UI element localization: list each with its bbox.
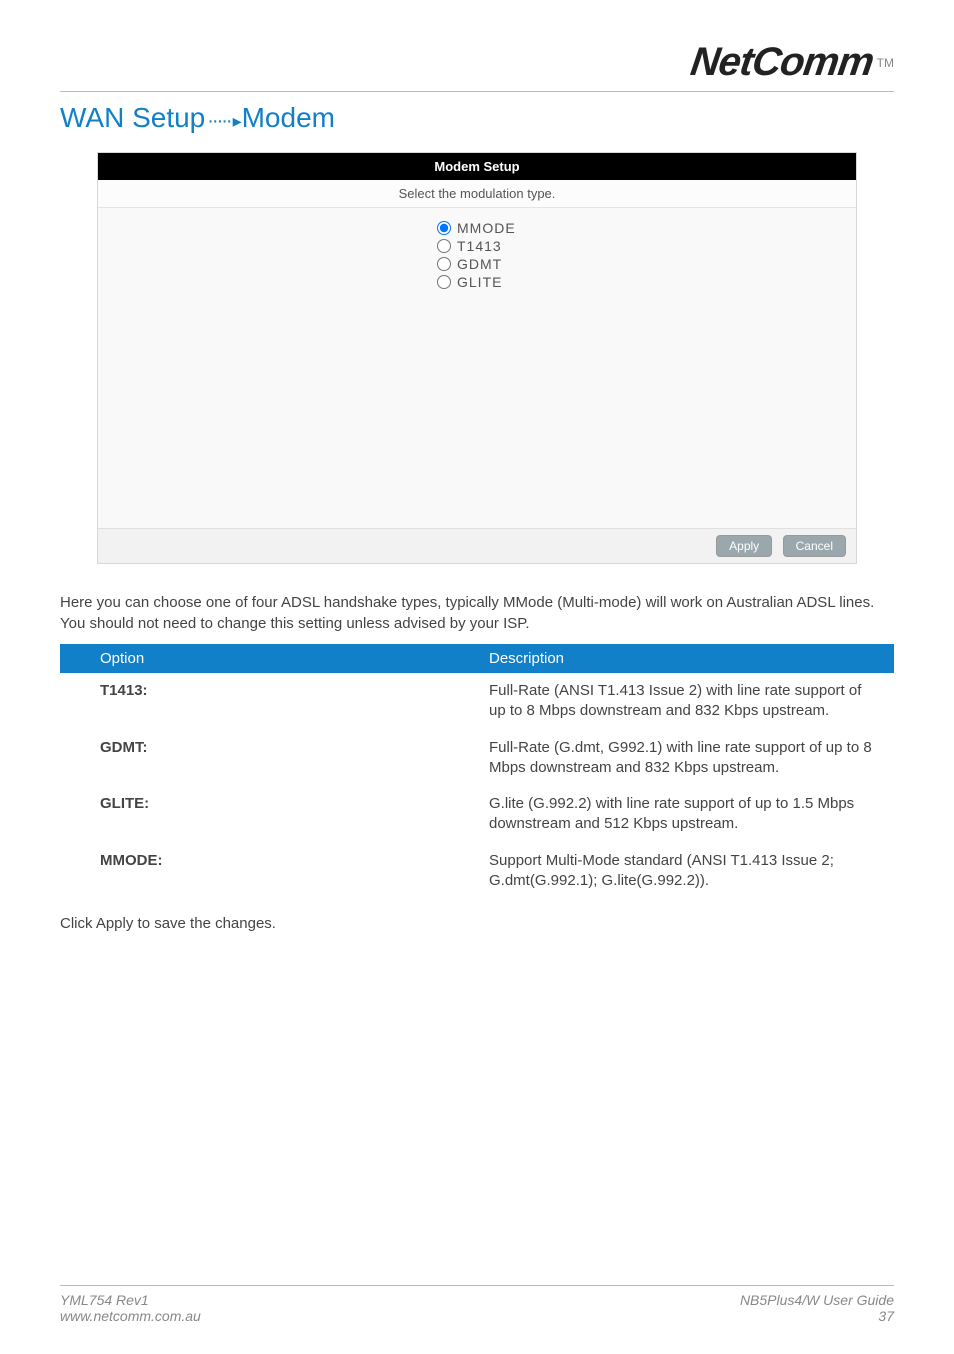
header-divider bbox=[60, 91, 894, 92]
radio-label: GLITE bbox=[457, 274, 502, 290]
desc-cell: Full-Rate (ANSI T1.413 Issue 2) with lin… bbox=[477, 673, 894, 730]
col-header-option: Option bbox=[60, 644, 477, 673]
col-header-description: Description bbox=[477, 644, 894, 673]
table-row: MMODE: Support Multi-Mode standard (ANSI… bbox=[60, 843, 894, 900]
radio-row-gdmt[interactable]: GDMT bbox=[437, 256, 567, 272]
option-cell: GDMT: bbox=[60, 730, 477, 787]
modem-panel-subheader: Select the modulation type. bbox=[98, 180, 856, 208]
cancel-button[interactable]: Cancel bbox=[783, 535, 846, 557]
brand-logo-row: NetComm TM bbox=[60, 40, 894, 85]
apply-button[interactable]: Apply bbox=[716, 535, 772, 557]
table-row: GLITE: G.lite (G.992.2) with line rate s… bbox=[60, 786, 894, 843]
brand-tm: TM bbox=[877, 56, 894, 70]
modulation-radio-group: MMODE T1413 GDMT GLITE bbox=[387, 220, 567, 290]
brand-logo: NetComm bbox=[688, 40, 876, 85]
radio-row-mmode[interactable]: MMODE bbox=[437, 220, 567, 236]
radio-row-glite[interactable]: GLITE bbox=[437, 274, 567, 290]
modem-setup-panel: Modem Setup Select the modulation type. … bbox=[97, 152, 857, 564]
page-footer: YML754 Rev1 www.netcomm.com.au NB5Plus4/… bbox=[60, 1285, 894, 1324]
footer-doc-title: NB5Plus4/W User Guide bbox=[740, 1292, 894, 1308]
title-separator-icon: ····· bbox=[207, 110, 230, 132]
modem-panel-header: Modem Setup bbox=[98, 153, 856, 180]
footer-revision: YML754 Rev1 bbox=[60, 1292, 201, 1308]
radio-label: T1413 bbox=[457, 238, 502, 254]
option-cell: GLITE: bbox=[60, 786, 477, 843]
footer-left: YML754 Rev1 www.netcomm.com.au bbox=[60, 1292, 201, 1324]
section-title: WAN Setup·····▸Modem bbox=[60, 102, 894, 134]
section-suffix: Modem bbox=[242, 102, 335, 133]
intro-paragraph: Here you can choose one of four ADSL han… bbox=[60, 592, 894, 634]
option-cell: T1413: bbox=[60, 673, 477, 730]
section-prefix: WAN Setup bbox=[60, 102, 205, 133]
table-row: T1413: Full-Rate (ANSI T1.413 Issue 2) w… bbox=[60, 673, 894, 730]
footer-page-number: 37 bbox=[740, 1308, 894, 1324]
radio-label: GDMT bbox=[457, 256, 502, 272]
modem-panel-footer: Apply Cancel bbox=[98, 528, 856, 563]
radio-t1413[interactable] bbox=[437, 239, 451, 253]
table-row: GDMT: Full-Rate (G.dmt, G992.1) with lin… bbox=[60, 730, 894, 787]
closing-paragraph: Click Apply to save the changes. bbox=[60, 913, 894, 934]
radio-gdmt[interactable] bbox=[437, 257, 451, 271]
footer-right: NB5Plus4/W User Guide 37 bbox=[740, 1292, 894, 1324]
modem-panel-body: MMODE T1413 GDMT GLITE bbox=[98, 208, 856, 528]
desc-cell: Support Multi-Mode standard (ANSI T1.413… bbox=[477, 843, 894, 900]
options-table: Option Description T1413: Full-Rate (ANS… bbox=[60, 644, 894, 899]
radio-glite[interactable] bbox=[437, 275, 451, 289]
desc-cell: Full-Rate (G.dmt, G992.1) with line rate… bbox=[477, 730, 894, 787]
footer-url: www.netcomm.com.au bbox=[60, 1308, 201, 1324]
option-cell: MMODE: bbox=[60, 843, 477, 900]
arrow-right-icon: ▸ bbox=[233, 111, 242, 131]
radio-row-t1413[interactable]: T1413 bbox=[437, 238, 567, 254]
radio-mmode[interactable] bbox=[437, 221, 451, 235]
desc-cell: G.lite (G.992.2) with line rate support … bbox=[477, 786, 894, 843]
radio-label: MMODE bbox=[457, 220, 516, 236]
